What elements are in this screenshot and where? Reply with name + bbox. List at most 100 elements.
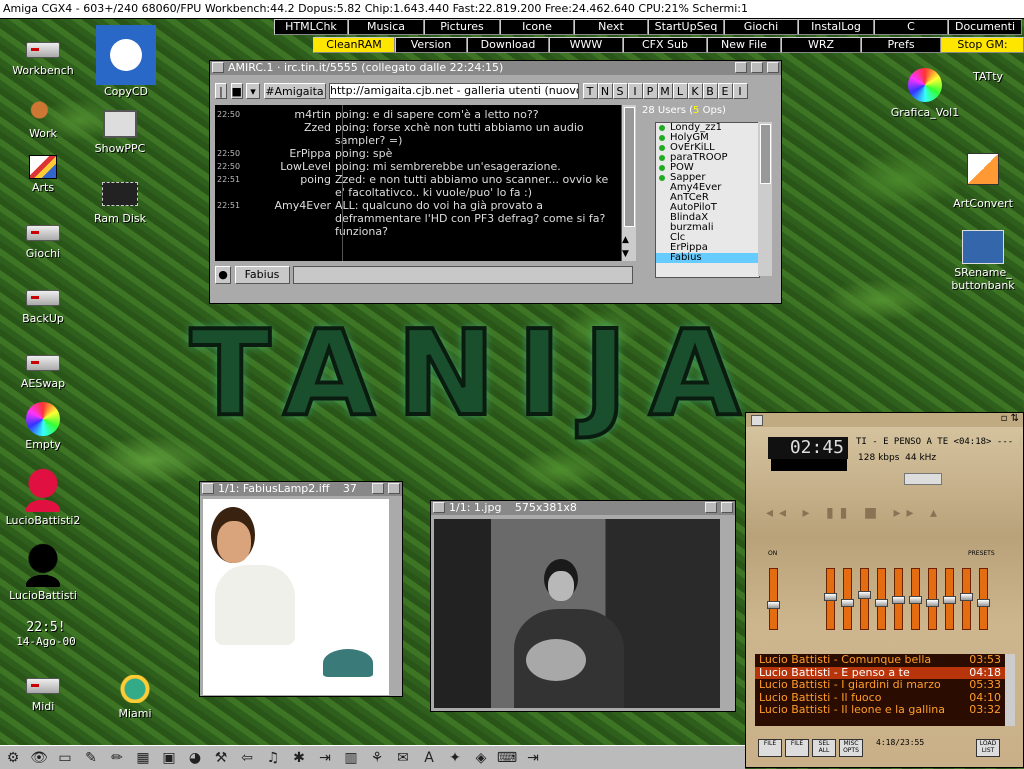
mode-button-4[interactable]: P bbox=[642, 83, 658, 99]
mail-icon[interactable]: ✉ bbox=[391, 748, 415, 768]
icon-ramdisk[interactable]: Ram Disk bbox=[80, 182, 160, 225]
toolbar-button-stop-gm-[interactable]: Stop GM: bbox=[941, 37, 1024, 53]
message-nick[interactable]: m4rtin bbox=[243, 108, 335, 121]
icon-showppc[interactable]: ShowPPC bbox=[80, 110, 160, 155]
close-icon[interactable] bbox=[433, 502, 445, 513]
depth-icon[interactable] bbox=[767, 62, 779, 73]
icon-midi[interactable]: Midi bbox=[3, 668, 83, 713]
icon-miami[interactable]: Miami bbox=[95, 675, 175, 720]
message-nick[interactable]: ErPippa bbox=[243, 147, 335, 160]
zoom-icon[interactable] bbox=[705, 502, 717, 513]
irc-window[interactable]: AMIRC.1 · irc.tin.it/5555 (collegato dal… bbox=[209, 60, 782, 304]
toolbar-button-startupseq[interactable]: StartUpSeq bbox=[648, 19, 724, 35]
eq-knob[interactable] bbox=[875, 599, 888, 607]
message-nick[interactable]: poing bbox=[243, 173, 335, 199]
exit-icon[interactable]: ⇥ bbox=[313, 748, 337, 768]
user-list[interactable]: Londy_zz1 HolyGM OvErKiLL paraTROOP POW Sappe… bbox=[655, 122, 760, 278]
toolbar-button-download[interactable]: Download bbox=[467, 37, 549, 53]
keyboard-icon[interactable]: ⌨ bbox=[495, 748, 519, 768]
channel-name[interactable]: #Amigaita bbox=[263, 83, 326, 99]
icon-arts[interactable]: Arts bbox=[3, 155, 83, 194]
toolbar-button-version[interactable]: Version bbox=[395, 37, 467, 53]
topic-field[interactable]: http://amigaita.cjb.net - galleria utent… bbox=[329, 83, 579, 99]
message-nick[interactable]: LowLevel bbox=[243, 160, 335, 173]
playlist-button-file[interactable]: FILE bbox=[785, 739, 809, 757]
mode-button-7[interactable]: K bbox=[687, 83, 703, 99]
toolbar-button-musica[interactable]: Musica bbox=[348, 19, 424, 35]
playlist-item[interactable]: Lucio Battisti - Il leone e la gallina 03… bbox=[755, 703, 1005, 717]
toolbar-button-htmlchk[interactable]: HTMLChk bbox=[274, 19, 348, 35]
eq-preamp-slider[interactable] bbox=[767, 568, 780, 630]
eq-band-slider[interactable] bbox=[943, 568, 956, 630]
arrow-icon[interactable]: ⇦ bbox=[235, 748, 259, 768]
playlist-item[interactable]: Lucio Battisti - Comunque bella 03:53 bbox=[755, 653, 1005, 667]
toolbar-button-cleanram[interactable]: CleanRAM bbox=[313, 37, 395, 53]
eq-band-slider[interactable] bbox=[960, 568, 973, 630]
monitor-icon[interactable]: ▥ bbox=[339, 748, 363, 768]
toolbar-button-cfx-sub[interactable]: CFX Sub bbox=[623, 37, 707, 53]
eq-band-slider[interactable] bbox=[824, 568, 837, 630]
eq-knob[interactable] bbox=[977, 599, 990, 607]
eq-knob[interactable] bbox=[858, 591, 871, 599]
mode-button-5[interactable]: M bbox=[657, 83, 673, 99]
icon-backup[interactable]: BackUp bbox=[3, 280, 83, 325]
eq-band-slider[interactable] bbox=[858, 568, 871, 630]
font-icon[interactable]: A bbox=[417, 748, 441, 768]
box-icon[interactable]: ▣ bbox=[157, 748, 181, 768]
icon-giochi[interactable]: Giochi bbox=[3, 215, 83, 260]
irc-title-bar[interactable]: AMIRC.1 · irc.tin.it/5555 (collegato dal… bbox=[210, 61, 781, 75]
mode-button-0[interactable]: T bbox=[582, 83, 598, 99]
eq-band-slider[interactable] bbox=[841, 568, 854, 630]
icon-empty[interactable]: Empty bbox=[3, 402, 83, 451]
mode-button-2[interactable]: S bbox=[612, 83, 628, 99]
input-menu-icon[interactable]: ● bbox=[215, 266, 231, 284]
icon-grafica[interactable]: Grafica_Vol1 bbox=[885, 68, 965, 119]
scroll-down-icon[interactable]: ▼ bbox=[622, 249, 629, 259]
viewer2-title-bar[interactable]: 1/1: 1.jpg 575x381x8 bbox=[431, 501, 735, 515]
eq-band-slider[interactable] bbox=[926, 568, 939, 630]
eq-band-slider[interactable] bbox=[977, 568, 990, 630]
exit2-icon[interactable]: ⇥ bbox=[521, 748, 545, 768]
chat-scroll-thumb[interactable] bbox=[624, 107, 635, 227]
eq-knob[interactable] bbox=[960, 593, 973, 601]
playlist-scrollbar[interactable] bbox=[1005, 654, 1015, 726]
viewer-fabius-window[interactable]: 1/1: FabiusLamp2.iff 37 bbox=[199, 481, 403, 697]
eq-knob[interactable] bbox=[926, 599, 939, 607]
user-scroll-thumb[interactable] bbox=[760, 124, 771, 184]
toolbar-button-icone[interactable]: Icone bbox=[500, 19, 574, 35]
playlist-button-sel-all[interactable]: SEL ALL bbox=[812, 739, 836, 757]
mode-button-8[interactable]: B bbox=[702, 83, 718, 99]
playlist-button-file[interactable]: FILE bbox=[758, 739, 782, 757]
toolbar-button-prefs[interactable]: Prefs bbox=[861, 37, 941, 53]
playlist[interactable]: Lucio Battisti - Comunque bella 03:53 Luci… bbox=[755, 653, 1005, 726]
toolbar-button-pictures[interactable]: Pictures bbox=[424, 19, 500, 35]
eye-icon[interactable]: 👁 bbox=[27, 748, 51, 768]
playlist-button-misc-opts[interactable]: MISC OPTS bbox=[839, 739, 863, 757]
message-nick[interactable]: Zzed bbox=[243, 121, 335, 147]
toolbar-button-installog[interactable]: InstalLog bbox=[798, 19, 874, 35]
eq-band-slider[interactable] bbox=[875, 568, 888, 630]
viewer-jpg-window[interactable]: 1/1: 1.jpg 575x381x8 bbox=[430, 500, 736, 712]
scroll-up-icon[interactable]: ▲ bbox=[622, 235, 629, 245]
network-icon[interactable]: ⚘ bbox=[365, 748, 389, 768]
eq-knob[interactable] bbox=[943, 596, 956, 604]
zoom-icon[interactable] bbox=[372, 483, 384, 494]
user-scrollbar[interactable] bbox=[758, 122, 772, 276]
iconify-icon[interactable] bbox=[735, 62, 747, 73]
mode-button-9[interactable]: E bbox=[717, 83, 733, 99]
channel-menu-button[interactable]: | bbox=[215, 83, 227, 99]
eq-band-slider[interactable] bbox=[909, 568, 922, 630]
toolbar-button-wrz[interactable]: WRZ bbox=[781, 37, 861, 53]
eq-knob[interactable] bbox=[892, 596, 905, 604]
tools-icon[interactable]: ⚒ bbox=[209, 748, 233, 768]
close-icon[interactable] bbox=[202, 483, 214, 494]
bug-icon[interactable]: ✱ bbox=[287, 748, 311, 768]
game-icon[interactable]: ◈ bbox=[469, 748, 493, 768]
disk-icon[interactable]: ▦ bbox=[131, 748, 155, 768]
message-input[interactable] bbox=[293, 266, 633, 284]
mode-button-6[interactable]: L bbox=[672, 83, 688, 99]
settings-icon[interactable]: ⚙ bbox=[1, 748, 25, 768]
icon-workbench[interactable]: Workbench bbox=[3, 32, 83, 77]
playlist-button-load-list[interactable]: LOAD LIST bbox=[976, 739, 1000, 757]
eq-knob[interactable] bbox=[909, 596, 922, 604]
